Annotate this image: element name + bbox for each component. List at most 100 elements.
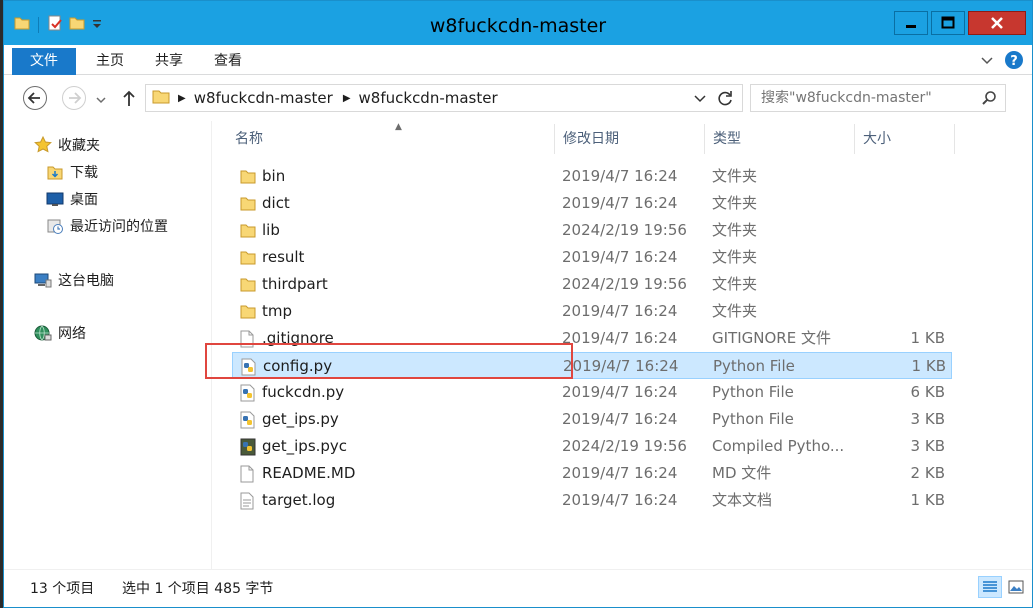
file-size: 6 KB — [910, 383, 945, 401]
file-date: 2024/2/19 19:56 — [562, 437, 687, 455]
recent-locations-button[interactable] — [96, 93, 106, 109]
python-file-icon — [241, 358, 257, 376]
nav-item-downloads[interactable]: 下载 — [46, 161, 98, 183]
file-row[interactable]: dict 2019/4/7 16:24 文件夹 — [232, 190, 952, 217]
large-icons-view-button[interactable] — [1004, 576, 1028, 598]
up-button[interactable] — [121, 89, 137, 111]
file-name: get_ips.pyc — [262, 437, 348, 455]
help-icon[interactable]: ? — [1004, 50, 1024, 74]
selection-info: 选中 1 个项目 485 字节 — [122, 581, 274, 597]
breadcrumb-item[interactable]: w8fuckcdn-master — [359, 89, 498, 107]
file-size — [872, 271, 945, 298]
column-header-size[interactable]: 大小 — [855, 124, 955, 154]
nav-item-desktop[interactable]: 桌面 — [46, 188, 98, 210]
file-size — [872, 217, 945, 244]
breadcrumb-separator-icon[interactable]: ▶ — [343, 93, 351, 104]
address-row: ▶ w8fuckcdn-master ▶ w8fuckcdn-master — [4, 75, 1032, 121]
file-size — [872, 163, 945, 190]
tab-file[interactable]: 文件 — [12, 48, 76, 75]
folder-icon — [240, 168, 256, 186]
minimize-icon — [906, 25, 916, 28]
tab-share[interactable]: 共享 — [141, 48, 197, 75]
file-name: result — [262, 248, 305, 266]
file-type: 文件夹 — [712, 194, 758, 212]
nav-item-label: 下载 — [70, 165, 98, 181]
file-type: 文件夹 — [712, 248, 758, 266]
file-date: 2019/4/7 16:24 — [562, 410, 678, 428]
file-date: 2019/4/7 16:24 — [562, 491, 678, 509]
file-row[interactable]: tmp 2019/4/7 16:24 文件夹 — [232, 298, 952, 325]
search-box[interactable] — [750, 84, 1006, 112]
file-name: README.MD — [262, 464, 356, 482]
item-count: 13 个项目 — [30, 581, 95, 597]
nav-item-network[interactable]: 网络 — [34, 322, 86, 344]
file-size: 3 KB — [910, 410, 945, 428]
back-arrow-icon — [23, 86, 47, 110]
tab-view[interactable]: 查看 — [200, 48, 256, 75]
file-date: 2024/2/19 19:56 — [562, 221, 687, 239]
folder-icon — [240, 222, 256, 240]
maximize-icon — [941, 16, 955, 29]
file-type: MD 文件 — [712, 464, 772, 482]
address-dropdown-icon[interactable] — [694, 92, 706, 108]
column-header-name[interactable]: 名称 — [227, 124, 555, 154]
maximize-button[interactable] — [931, 11, 965, 35]
column-header-type[interactable]: 类型 — [705, 124, 855, 154]
details-view-button[interactable] — [978, 576, 1002, 598]
large-icons-view-icon — [1008, 580, 1024, 594]
search-icon[interactable] — [981, 90, 997, 110]
nav-item-this-pc[interactable]: 这台电脑 — [34, 269, 114, 291]
python-file-icon — [240, 384, 256, 402]
file-row[interactable]: lib 2024/2/19 19:56 文件夹 — [232, 217, 952, 244]
forward-button[interactable] — [61, 85, 87, 115]
file-date: 2019/4/7 16:24 — [562, 167, 678, 185]
file-list: ▲ 名称 修改日期 类型 大小 bin 2019/4/7 16:24 文件夹 dict… — [212, 121, 1032, 569]
file-type: 文本文档 — [712, 491, 773, 509]
file-row[interactable]: result 2019/4/7 16:24 文件夹 — [232, 244, 952, 271]
nav-item-recent[interactable]: 最近访问的位置 — [46, 215, 168, 237]
back-button[interactable] — [22, 85, 48, 115]
network-icon — [34, 325, 52, 341]
file-row[interactable]: config.py 2019/4/7 16:24 Python File 1 KB — [232, 352, 952, 379]
ribbon-right-controls: ? — [980, 50, 1024, 74]
breadcrumb-item[interactable]: w8fuckcdn-master — [194, 89, 333, 107]
text-document-icon — [240, 492, 256, 510]
file-type: 文件夹 — [712, 221, 758, 239]
column-header-date[interactable]: 修改日期 — [555, 124, 705, 154]
file-date: 2019/4/7 16:24 — [562, 329, 678, 347]
folder-icon — [152, 87, 170, 109]
file-row[interactable]: .gitignore 2019/4/7 16:24 GITIGNORE 文件 1 KB — [232, 325, 952, 352]
close-button[interactable] — [968, 11, 1026, 35]
file-row[interactable]: get_ips.pyc 2024/2/19 19:56 Compiled Pytho… — [232, 433, 952, 460]
search-input[interactable] — [751, 85, 971, 111]
title-bar: w8fuckcdn-master — [4, 1, 1032, 45]
details-view-icon — [983, 581, 997, 592]
file-name: fuckcdn.py — [262, 383, 345, 401]
nav-item-label: 网络 — [58, 326, 86, 342]
file-row[interactable]: thirdpart 2024/2/19 19:56 文件夹 — [232, 271, 952, 298]
ribbon-tabs: 文件 主页 共享 查看 ? — [4, 45, 1032, 75]
nav-item-label: 最近访问的位置 — [70, 219, 168, 235]
file-row[interactable]: get_ips.py 2019/4/7 16:24 Python File 3 KB — [232, 406, 952, 433]
file-type: 文件夹 — [712, 302, 758, 320]
minimize-button[interactable] — [894, 11, 928, 35]
refresh-icon[interactable] — [716, 89, 734, 111]
tab-home[interactable]: 主页 — [82, 48, 138, 75]
explorer-window: w8fuckcdn-master 文件 主页 共享 查看 ? ▶ w8fuckc… — [3, 0, 1033, 608]
breadcrumb-separator-icon[interactable]: ▶ — [178, 93, 186, 104]
expand-ribbon-icon[interactable] — [980, 54, 994, 70]
file-date: 2019/4/7 16:24 — [562, 302, 678, 320]
star-icon — [34, 136, 52, 153]
file-date: 2019/4/7 16:24 — [562, 383, 678, 401]
address-bar[interactable]: ▶ w8fuckcdn-master ▶ w8fuckcdn-master — [145, 84, 743, 112]
file-row[interactable]: fuckcdn.py 2019/4/7 16:24 Python File 6 KB — [232, 379, 952, 406]
file-row[interactable]: README.MD 2019/4/7 16:24 MD 文件 2 KB — [232, 460, 952, 487]
file-row[interactable]: target.log 2019/4/7 16:24 文本文档 1 KB — [232, 487, 952, 514]
file-row[interactable]: bin 2019/4/7 16:24 文件夹 — [232, 163, 952, 190]
file-name: target.log — [262, 491, 336, 509]
file-date: 2019/4/7 16:24 — [562, 248, 678, 266]
file-name: get_ips.py — [262, 410, 339, 428]
window-title: w8fuckcdn-master — [429, 15, 607, 37]
file-size: 3 KB — [910, 437, 945, 455]
nav-item-favorites[interactable]: 收藏夹 — [34, 134, 100, 156]
